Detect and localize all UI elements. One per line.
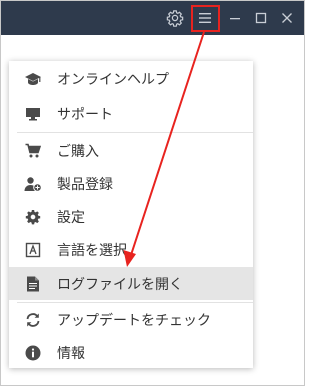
settings-button[interactable]	[163, 6, 187, 30]
gear-icon	[9, 209, 57, 225]
menu-item-product-registration[interactable]: 製品登録	[9, 167, 253, 200]
language-icon	[9, 242, 57, 258]
menu-item-select-language[interactable]: 言語を選択	[9, 233, 253, 266]
menu-item-label: 言語を選択	[57, 242, 127, 259]
menu-item-label: サポート	[57, 106, 113, 123]
minimize-icon	[230, 18, 240, 20]
title-bar	[1, 1, 304, 35]
monitor-icon	[9, 106, 57, 122]
file-icon	[9, 276, 57, 292]
menu-item-label: 製品登録	[57, 176, 113, 193]
close-icon	[282, 13, 292, 23]
refresh-icon	[9, 312, 57, 328]
menu-item-settings[interactable]: 設定	[9, 200, 253, 233]
menu-item-online-help[interactable]: オンラインヘルプ	[9, 62, 253, 95]
minimize-button[interactable]	[223, 6, 247, 30]
menu-separator	[17, 132, 253, 133]
user-add-icon	[9, 176, 57, 192]
menu-item-label: 設定	[57, 209, 85, 226]
cart-icon	[9, 143, 57, 159]
menu-item-check-updates[interactable]: アップデートをチェック	[9, 303, 253, 336]
menu-item-label: アップデートをチェック	[57, 312, 211, 329]
menu-item-purchase[interactable]: ご購入	[9, 134, 253, 167]
gear-icon	[166, 10, 184, 27]
menu-item-information[interactable]: 情報	[9, 336, 253, 369]
maximize-icon	[255, 12, 267, 24]
maximize-button[interactable]	[249, 6, 273, 30]
annotation-highlight-box	[191, 5, 220, 32]
menu-item-label: ログファイルを開く	[57, 276, 183, 293]
dropdown-menu: オンラインヘルプ サポート ご購入 製品登録 設定 言語を選択 ログファイルを開…	[9, 61, 253, 368]
info-icon	[9, 345, 57, 361]
menu-item-label: ご購入	[57, 143, 99, 160]
close-button[interactable]	[275, 6, 299, 30]
menu-item-label: 情報	[57, 345, 85, 362]
menu-item-open-log-file[interactable]: ログファイルを開く	[9, 267, 253, 300]
graduation-cap-icon	[9, 71, 57, 87]
menu-item-label: オンラインヘルプ	[57, 71, 169, 88]
menu-item-support[interactable]: サポート	[9, 97, 253, 130]
